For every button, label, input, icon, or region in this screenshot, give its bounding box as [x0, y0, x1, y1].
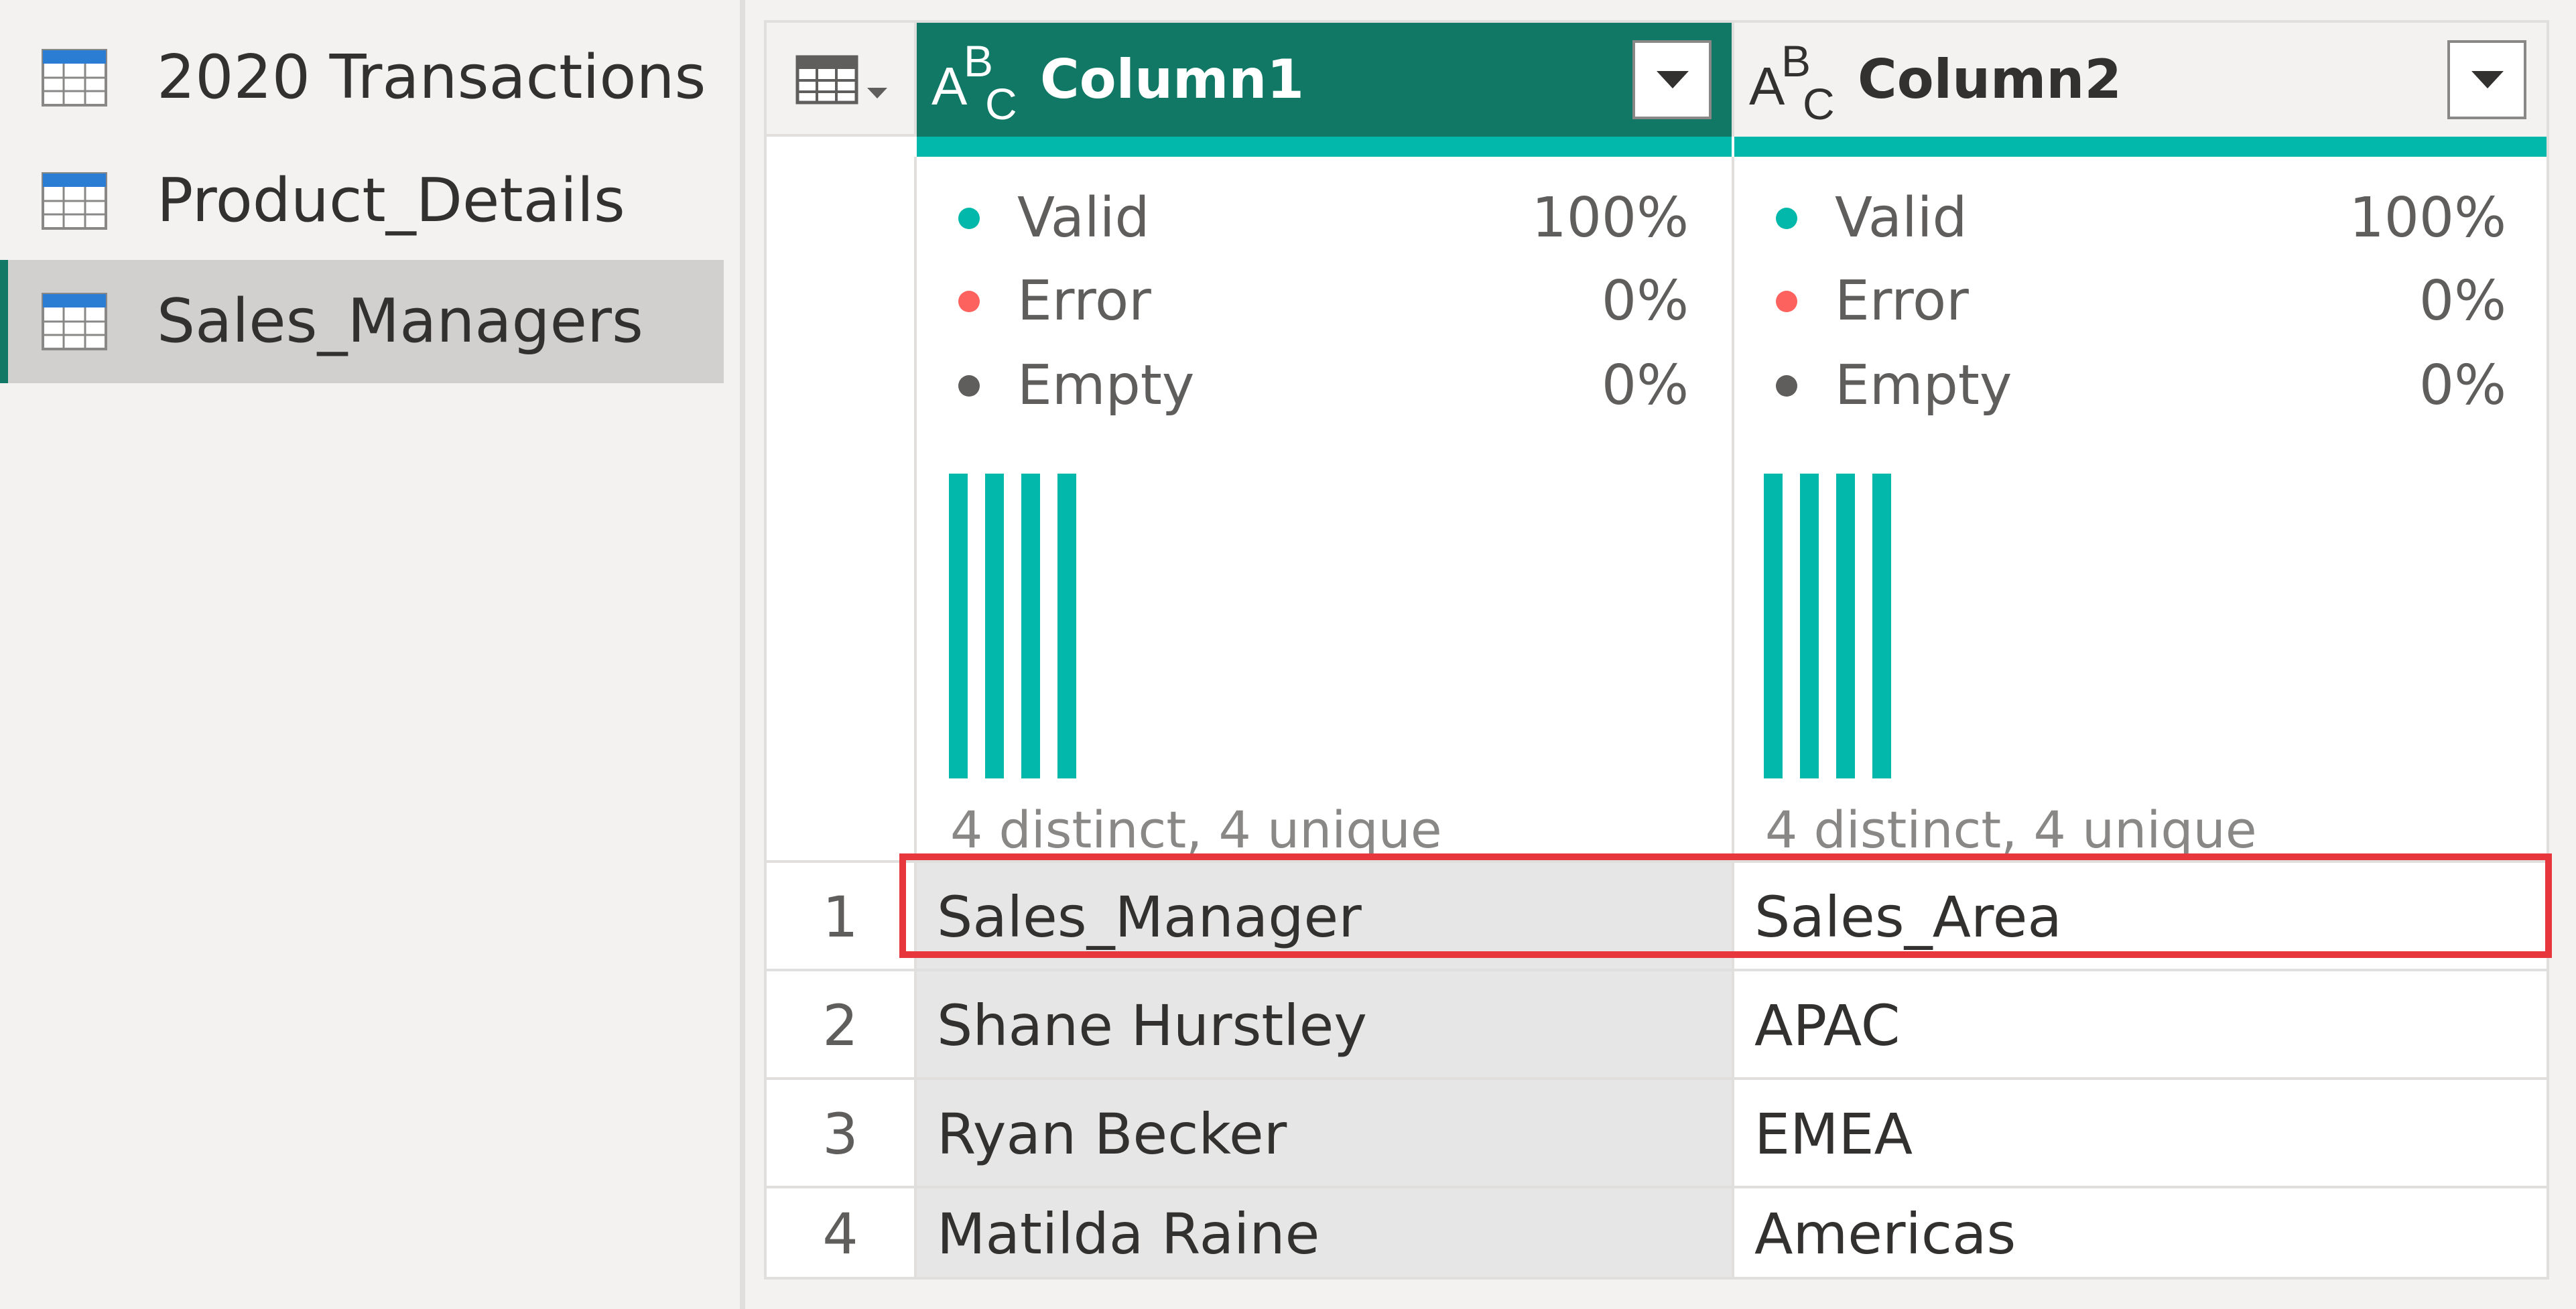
distribution-bar[interactable]	[1057, 474, 1076, 778]
stat-error: Error 0%	[917, 261, 1732, 342]
table-row: 4 Matilda Raine Americas	[767, 1186, 2547, 1294]
chevron-down-icon	[2471, 71, 2504, 88]
stat-label: Error	[1835, 269, 1969, 333]
table-options-button[interactable]	[767, 23, 917, 137]
table-cell[interactable]: Ryan Becker	[917, 1077, 1732, 1186]
stat-label: Error	[1017, 269, 1151, 333]
stat-label: Empty	[1835, 354, 2012, 417]
distribution-bar[interactable]	[1800, 474, 1819, 778]
error-dot-icon	[1776, 291, 1797, 312]
column-filter-dropdown[interactable]	[1632, 40, 1712, 119]
svg-text:B: B	[1781, 36, 1811, 86]
stat-valid: Valid 100%	[1734, 178, 2549, 259]
row-number[interactable]: 4	[767, 1186, 917, 1277]
stat-value: 0%	[2419, 269, 2506, 333]
error-dot-icon	[958, 291, 980, 312]
pane-splitter[interactable]	[740, 0, 745, 1309]
stat-empty: Empty 0%	[917, 346, 1732, 426]
table-cell[interactable]: Matilda Raine	[917, 1186, 1732, 1277]
table-row: 3 Ryan Becker EMEA	[767, 1077, 2547, 1186]
query-label: Sales_Managers	[157, 286, 643, 356]
query-label: Product_Details	[157, 165, 625, 236]
stat-label: Valid	[1017, 186, 1150, 250]
profile-row-spacer	[767, 157, 917, 860]
data-grid: A B C Column1 A B C Column2 Valid 100% E…	[764, 20, 2552, 1280]
table-cell[interactable]: Sales_Area	[1732, 860, 2547, 969]
chevron-down-icon	[1657, 71, 1689, 88]
stat-label: Empty	[1017, 354, 1195, 417]
stat-value: 0%	[2419, 354, 2506, 417]
queries-pane: 2020 Transactions Product_Details Sales_…	[0, 0, 737, 1309]
column-quality-bar	[1734, 137, 2547, 157]
query-label: 2020 Transactions	[157, 42, 706, 113]
table-icon	[42, 49, 107, 107]
row-number[interactable]: 3	[767, 1077, 917, 1186]
svg-text:B: B	[964, 36, 993, 86]
table-cell[interactable]: Americas	[1732, 1186, 2547, 1277]
column-profile-column2: Valid 100% Error 0% Empty 0% 4 distinct,…	[1732, 157, 2547, 860]
text-type-icon: A B C	[931, 36, 1017, 129]
svg-text:A: A	[931, 56, 968, 116]
stat-value: 0%	[1601, 269, 1689, 333]
column-profile-column1: Valid 100% Error 0% Empty 0% 4 distinct,…	[917, 157, 1732, 860]
svg-text:C: C	[1803, 79, 1835, 129]
svg-text:C: C	[985, 79, 1017, 129]
column-header-column1[interactable]: A B C Column1	[917, 23, 1732, 137]
table-icon	[42, 293, 107, 350]
table-row: 1 Sales_Manager Sales_Area	[767, 860, 2547, 969]
distribution-bar[interactable]	[985, 474, 1004, 778]
distribution-bar[interactable]	[1836, 474, 1855, 778]
empty-dot-icon	[958, 375, 980, 397]
stat-label: Valid	[1835, 186, 1968, 250]
table-icon	[42, 172, 107, 230]
row-number[interactable]: 2	[767, 969, 917, 1077]
distribution-bar[interactable]	[949, 474, 968, 778]
table-cell[interactable]: EMEA	[1732, 1077, 2547, 1186]
stat-error: Error 0%	[1734, 261, 2549, 342]
column-header-column2[interactable]: A B C Column2	[1732, 23, 2547, 137]
row-number[interactable]: 1	[767, 860, 917, 969]
table-cell[interactable]: Shane Hurstley	[917, 969, 1732, 1077]
valid-dot-icon	[1776, 208, 1797, 229]
stat-valid: Valid 100%	[917, 178, 1732, 259]
table-row: 2 Shane Hurstley APAC	[767, 969, 2547, 1077]
stat-value: 100%	[1531, 186, 1689, 250]
distinct-count-label: 4 distinct, 4 unique	[1765, 800, 2257, 859]
stat-empty: Empty 0%	[1734, 346, 2549, 426]
table-options-icon	[795, 55, 887, 105]
distribution-bar[interactable]	[1872, 474, 1891, 778]
column-name: Column1	[1040, 48, 1305, 111]
column-name: Column2	[1858, 48, 2122, 111]
column-filter-dropdown[interactable]	[2447, 40, 2526, 119]
power-query-editor: 2020 Transactions Product_Details Sales_…	[0, 0, 2576, 1309]
stat-value: 100%	[2349, 186, 2506, 250]
query-item-2020-transactions[interactable]: 2020 Transactions	[0, 16, 724, 139]
query-item-sales-managers[interactable]: Sales_Managers	[0, 260, 724, 383]
table-cell[interactable]: APAC	[1732, 969, 2547, 1077]
empty-dot-icon	[1776, 375, 1797, 397]
distribution-bar[interactable]	[1021, 474, 1040, 778]
text-type-icon: A B C	[1749, 36, 1835, 129]
valid-dot-icon	[958, 208, 980, 229]
distribution-bar[interactable]	[1764, 474, 1783, 778]
table-cell[interactable]: Sales_Manager	[917, 860, 1732, 969]
query-item-product-details[interactable]: Product_Details	[0, 139, 724, 263]
stat-value: 0%	[1601, 354, 1689, 417]
distinct-count-label: 4 distinct, 4 unique	[950, 800, 1442, 859]
column-quality-bar	[917, 137, 1732, 157]
svg-text:A: A	[1749, 56, 1785, 116]
